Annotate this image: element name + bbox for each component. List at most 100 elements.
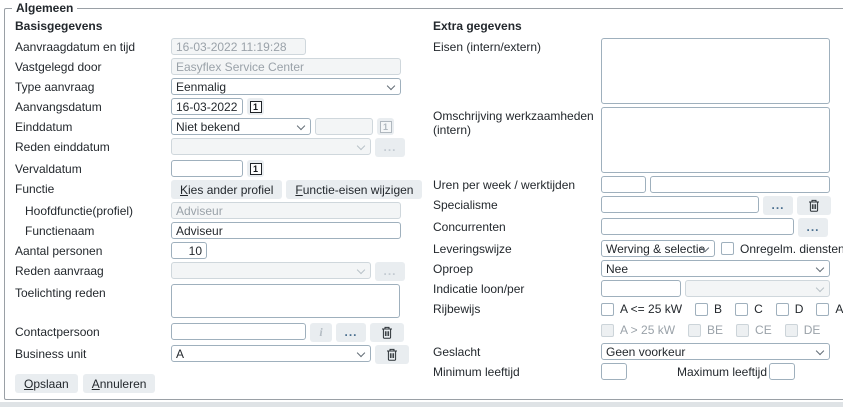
uren-per-week-field[interactable] bbox=[601, 176, 646, 193]
aanvangsdatum-calendar-button[interactable]: 1 bbox=[247, 98, 264, 115]
row-rijbewijs: Rijbewijs A <= 25 kW B C D AM A > 25 kW … bbox=[433, 300, 843, 337]
einddatum-calendar-button: 1 bbox=[377, 118, 394, 135]
toelichting-reden-label: Toelichting reden bbox=[15, 284, 171, 300]
reden-einddatum-more-button: ... bbox=[375, 138, 405, 157]
chevron-down-icon bbox=[816, 347, 824, 355]
contactpersoon-label: Contactpersoon bbox=[15, 323, 171, 339]
kies-ander-profiel-button[interactable]: Kies ander profiel bbox=[171, 180, 282, 199]
minimum-leeftijd-label: Minimum leeftijd bbox=[433, 363, 601, 379]
concurrenten-more-button[interactable]: ... bbox=[798, 218, 828, 237]
indicatie-per-select bbox=[685, 280, 830, 297]
rijbewijs-am-item: AM bbox=[816, 302, 843, 316]
rijbewijs-b-checkbox[interactable] bbox=[695, 303, 708, 316]
omschrijving-textarea[interactable] bbox=[601, 107, 830, 173]
extra-gegevens-column: Extra gegevens Eisen (intern/extern) Oms… bbox=[423, 16, 843, 399]
concurrenten-label: Concurrenten bbox=[433, 218, 601, 234]
type-aanvraag-value: Eenmalig bbox=[176, 80, 226, 94]
contactpersoon-field[interactable] bbox=[171, 323, 306, 340]
aanvangsdatum-field[interactable] bbox=[171, 98, 243, 115]
trash-icon bbox=[381, 326, 393, 339]
row-type-aanvraag: Type aanvraag Eenmalig bbox=[15, 78, 423, 95]
calendar-icon: 1 bbox=[250, 101, 262, 113]
row-omschrijving: Omschrijving werkzaamheden (intern) bbox=[433, 107, 843, 173]
trash-icon bbox=[808, 199, 820, 212]
row-aantal-personen: Aantal personen bbox=[15, 242, 423, 259]
row-einddatum: Einddatum Niet bekend 1 bbox=[15, 118, 423, 135]
functienaam-field[interactable] bbox=[171, 222, 401, 239]
contactpersoon-more-button[interactable]: ... bbox=[336, 323, 366, 342]
contactpersoon-delete-button[interactable] bbox=[370, 323, 404, 342]
vervaldatum-field[interactable] bbox=[171, 160, 243, 177]
specialisme-delete-button[interactable] bbox=[797, 196, 831, 215]
calendar-icon: 1 bbox=[250, 163, 262, 175]
rijbewijs-row-2: A > 25 kW BE CE DE bbox=[601, 323, 843, 337]
rijbewijs-ce-item: CE bbox=[736, 323, 772, 337]
aanvraagdatum-label: Aanvraagdatum en tijd bbox=[15, 38, 171, 54]
reden-aanvraag-label: Reden aanvraag bbox=[15, 262, 171, 278]
business-unit-delete-button[interactable] bbox=[375, 345, 409, 364]
aantal-personen-field[interactable] bbox=[171, 242, 207, 259]
rijbewijs-label: Rijbewijs bbox=[433, 300, 601, 316]
row-reden-aanvraag: Reden aanvraag ... bbox=[15, 262, 423, 281]
ellipsis-icon: ... bbox=[383, 269, 396, 274]
specialisme-field[interactable] bbox=[601, 196, 759, 213]
rijbewijs-be-checkbox bbox=[688, 324, 701, 337]
rijbewijs-a25kw-label: A > 25 kW bbox=[620, 323, 675, 337]
trash-icon bbox=[386, 348, 398, 361]
chevron-down-icon bbox=[357, 349, 365, 357]
algemeen-groupbox: Algemeen Basisgegevens Aanvraagdatum en … bbox=[4, 1, 843, 400]
business-unit-value: A bbox=[176, 347, 184, 361]
concurrenten-field[interactable] bbox=[601, 218, 794, 235]
einddatum-select[interactable]: Niet bekend bbox=[171, 118, 311, 135]
specialisme-more-button[interactable]: ... bbox=[763, 196, 793, 215]
annuleren-button[interactable]: Annuleren bbox=[83, 374, 156, 393]
rijbewijs-a25-checkbox[interactable] bbox=[601, 303, 614, 316]
opslaan-button[interactable]: Opslaan bbox=[15, 374, 78, 393]
chevron-down-icon bbox=[357, 266, 365, 274]
eisen-textarea[interactable] bbox=[601, 38, 830, 104]
specialisme-label: Specialisme bbox=[433, 196, 601, 212]
row-functienaam: Functienaam bbox=[15, 222, 423, 239]
chevron-down-icon bbox=[357, 142, 365, 150]
type-aanvraag-label: Type aanvraag bbox=[15, 78, 171, 94]
type-aanvraag-select[interactable]: Eenmalig bbox=[171, 78, 401, 95]
ellipsis-icon: ... bbox=[771, 203, 784, 208]
onregelm-diensten-label: Onregelm. diensten bbox=[740, 242, 843, 256]
hoofdfunctie-label: Hoofdfunctie(profiel) bbox=[15, 202, 171, 218]
eisen-label: Eisen (intern/extern) bbox=[433, 38, 601, 54]
ellipsis-icon: ... bbox=[806, 225, 819, 230]
rijbewijs-am-checkbox[interactable] bbox=[816, 303, 829, 316]
vervaldatum-calendar-button[interactable]: 1 bbox=[247, 160, 264, 177]
rijbewijs-d-checkbox[interactable] bbox=[776, 303, 789, 316]
rijbewijs-be-item: BE bbox=[688, 323, 723, 337]
row-aanvraagdatum: Aanvraagdatum en tijd bbox=[15, 38, 423, 55]
werktijden-field[interactable] bbox=[650, 176, 830, 193]
leveringswijze-select[interactable]: Werving & selectie bbox=[601, 240, 715, 257]
indicatie-loon-field[interactable] bbox=[601, 280, 681, 297]
aantal-personen-label: Aantal personen bbox=[15, 242, 171, 258]
info-icon: i bbox=[319, 325, 322, 340]
minimum-leeftijd-field[interactable] bbox=[601, 363, 627, 380]
toelichting-reden-textarea[interactable] bbox=[171, 284, 400, 318]
rijbewijs-be-label: BE bbox=[707, 323, 723, 337]
business-unit-select[interactable]: A bbox=[171, 345, 371, 362]
vervaldatum-label: Vervaldatum bbox=[15, 160, 171, 176]
row-leeftijd: Minimum leeftijd Maximum leeftijd bbox=[433, 363, 843, 380]
geslacht-select[interactable]: Geen voorkeur bbox=[601, 343, 830, 360]
rijbewijs-c-label: C bbox=[754, 302, 763, 316]
oproep-select[interactable]: Nee bbox=[601, 260, 830, 277]
rijbewijs-a25kw-item: A > 25 kW bbox=[601, 323, 675, 337]
rijbewijs-d-item: D bbox=[776, 302, 804, 316]
rijbewijs-c-checkbox[interactable] bbox=[735, 303, 748, 316]
row-hoofdfunctie: Hoofdfunctie(profiel) bbox=[15, 202, 423, 219]
onregelm-diensten-checkbox[interactable] bbox=[721, 242, 734, 255]
row-oproep: Oproep Nee bbox=[433, 260, 843, 277]
calendar-icon: 1 bbox=[380, 121, 392, 133]
row-indicatie-loon: Indicatie loon/per bbox=[433, 280, 843, 297]
contactpersoon-info-button: i bbox=[310, 323, 332, 342]
onregelm-diensten-checkbox-item: Onregelm. diensten bbox=[721, 242, 843, 256]
maximum-leeftijd-field[interactable] bbox=[769, 363, 795, 380]
row-vastgelegd-door: Vastgelegd door bbox=[15, 58, 423, 75]
functie-eisen-wijzigen-button[interactable]: Functie-eisen wijzigen bbox=[286, 180, 422, 199]
rijbewijs-a25-label: A <= 25 kW bbox=[620, 302, 682, 316]
